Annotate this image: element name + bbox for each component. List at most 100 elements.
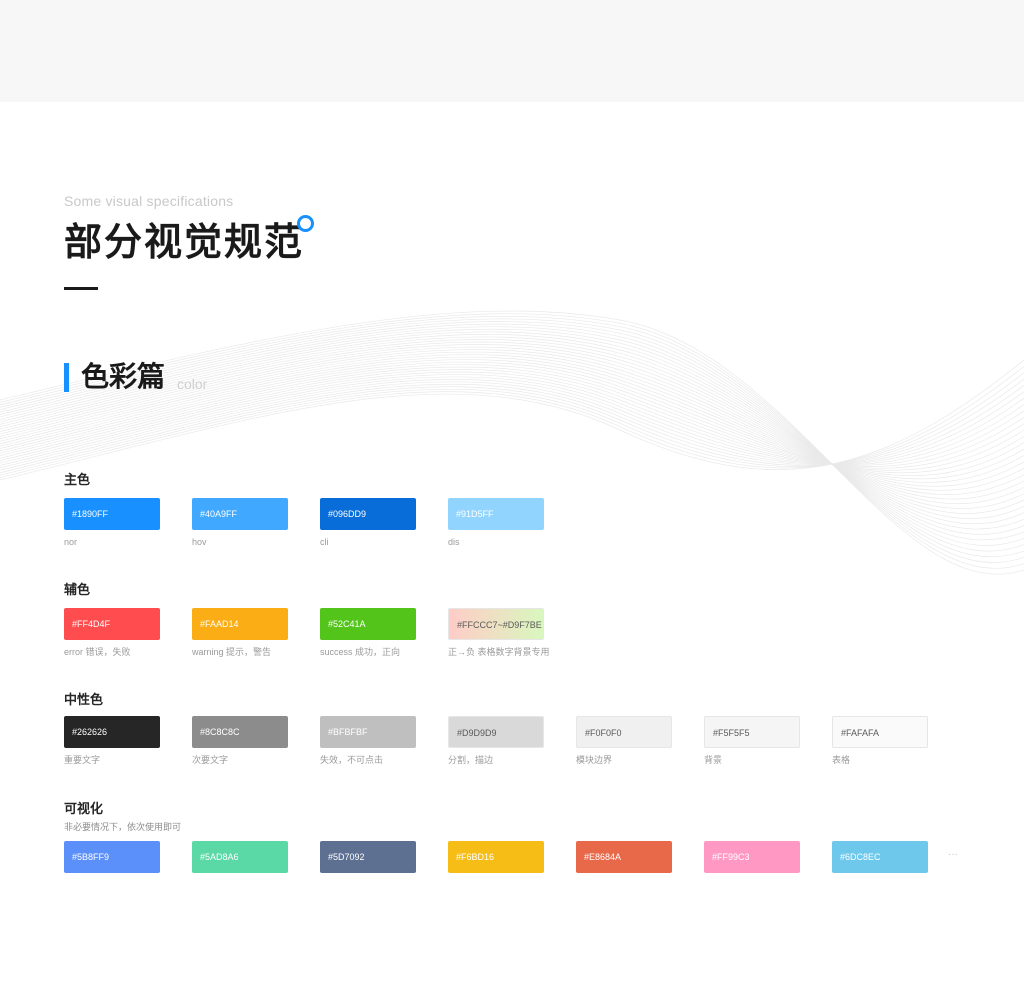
- swatch-8c8c8c: #8C8C8C 次要文字: [192, 716, 288, 766]
- swatch-ff4d4f: #FF4D4F error 错误，失败: [64, 608, 160, 658]
- color-chip: #262626: [64, 716, 160, 748]
- swatch-6dc8ec: #6DC8EC: [832, 841, 928, 873]
- color-caption: 重要文字: [64, 755, 101, 765]
- swatch-5d7092: #5D7092: [320, 841, 416, 873]
- color-code: #F5F5F5: [713, 728, 750, 738]
- swatch-096dd9: #096DD9 cli: [320, 498, 416, 548]
- color-code: #8C8C8C: [200, 727, 240, 737]
- swatch-f5f5f5: #F5F5F5 背景: [704, 716, 800, 766]
- color-code: #6DC8EC: [840, 852, 881, 862]
- color-caption: 分割，描边: [448, 755, 494, 765]
- section-subtitle: color: [177, 376, 208, 392]
- visualization-colors-group: 可视化 非必要情况下，依次使用即可 ··· #5B8FF9 #5AD8A6 #5D7…: [64, 801, 964, 889]
- color-code: #5D7092: [328, 852, 365, 862]
- color-code: #262626: [72, 727, 108, 737]
- color-caption: warning 提示，警告: [192, 647, 272, 657]
- color-code: #E8684A: [584, 852, 622, 862]
- color-code: #91D5FF: [456, 509, 494, 519]
- color-code: #40A9FF: [200, 509, 238, 519]
- swatch-row: ··· #5B8FF9 #5AD8A6 #5D7092 #F6BD16 #E8684A #…: [64, 841, 964, 889]
- color-chip: #5B8FF9: [64, 841, 160, 873]
- color-code: #FAAD14: [200, 619, 239, 629]
- color-chip: #D9D9D9: [448, 716, 544, 748]
- page-eyebrow: Some visual specifications: [64, 193, 234, 209]
- color-code: #F6BD16: [456, 852, 495, 862]
- swatch-262626: #262626 重要文字: [64, 716, 160, 766]
- swatch-f6bd16: #F6BD16: [448, 841, 544, 873]
- color-code: #52C41A: [328, 619, 366, 629]
- swatch-40a9ff: #40A9FF hov: [192, 498, 288, 548]
- color-chip: #6DC8EC: [832, 841, 928, 873]
- color-chip: #91D5FF: [448, 498, 544, 530]
- swatch-fafafa: #FAFAFA 表格: [832, 716, 928, 766]
- group-title: 中性色: [64, 692, 104, 707]
- color-chip: #FF99C3: [704, 841, 800, 873]
- color-chip: #FAFAFA: [832, 716, 928, 748]
- swatch-5ad8a6: #5AD8A6: [192, 841, 288, 873]
- color-chip: #FFCCC7~#D9F7BE: [448, 608, 544, 640]
- color-caption: nor: [64, 537, 78, 547]
- color-chip: #5AD8A6: [192, 841, 288, 873]
- color-code: #096DD9: [328, 509, 367, 519]
- swatch-faad14: #FAAD14 warning 提示，警告: [192, 608, 288, 658]
- section-accent-bar: [64, 363, 69, 392]
- color-caption: error 错误，失败: [64, 647, 131, 657]
- background-wave-lines: [0, 310, 1024, 575]
- auxiliary-colors-group: 辅色 #FF4D4F error 错误，失败 #FAAD14 warning 提示，警…: [64, 582, 964, 658]
- color-chip: #52C41A: [320, 608, 416, 640]
- color-code: #1890FF: [72, 509, 109, 519]
- neutral-colors-group: 中性色 #262626 重要文字 #8C8C8C 次要文字 #BFBFBF 失效，不可点击…: [64, 692, 964, 766]
- color-code: #FF99C3: [712, 852, 750, 862]
- color-chip: #E8684A: [576, 841, 672, 873]
- color-chip: #FAAD14: [192, 608, 288, 640]
- color-chip: #F0F0F0: [576, 716, 672, 748]
- color-caption: 表格: [832, 755, 851, 765]
- group-note: 非必要情况下，依次使用即可: [64, 822, 182, 832]
- color-chip: #F5F5F5: [704, 716, 800, 748]
- swatch-5b8ff9: #5B8FF9: [64, 841, 160, 873]
- group-title: 可视化: [64, 801, 104, 816]
- color-code: #BFBFBF: [328, 727, 368, 737]
- color-code: #5AD8A6: [200, 852, 239, 862]
- top-band: [0, 0, 1024, 102]
- color-code: #F0F0F0: [585, 728, 622, 738]
- color-code: #FAFAFA: [841, 728, 880, 738]
- swatch-52c41a: #52C41A success 成功，正向: [320, 608, 416, 658]
- group-title: 辅色: [64, 582, 91, 597]
- color-caption: hov: [192, 537, 207, 547]
- color-caption: 次要文字: [192, 755, 229, 765]
- swatch-d9d9d9: #D9D9D9 分割，描边: [448, 716, 544, 766]
- swatch-row: #1890FF nor #40A9FF hov #096DD9 cli #91D5FF dis: [64, 498, 964, 548]
- color-chip: #BFBFBF: [320, 716, 416, 748]
- title-underline: [64, 287, 98, 290]
- color-caption: 模块边界: [576, 755, 613, 765]
- color-chip: #FF4D4F: [64, 608, 160, 640]
- swatch-91d5ff: #91D5FF dis: [448, 498, 544, 548]
- color-chip: #8C8C8C: [192, 716, 288, 748]
- swatch-bfbfbf: #BFBFBF 失效，不可点击: [320, 716, 416, 766]
- color-caption: dis: [448, 537, 460, 547]
- more-ellipsis: ···: [948, 849, 958, 860]
- color-code: #D9D9D9: [457, 728, 497, 738]
- color-chip: #096DD9: [320, 498, 416, 530]
- swatch-ffccc7-d9f7be: #FFCCC7~#D9F7BE 正→负 表格数字背景专用: [448, 608, 550, 658]
- swatch-1890ff: #1890FF nor: [64, 498, 160, 548]
- swatch-row: #262626 重要文字 #8C8C8C 次要文字 #BFBFBF 失效，不可点击 #D9D…: [64, 716, 964, 766]
- swatch-row: #FF4D4F error 错误，失败 #FAAD14 warning 提示，警告 #5…: [64, 608, 964, 658]
- color-code: #5B8FF9: [72, 852, 110, 862]
- color-chip: #5D7092: [320, 841, 416, 873]
- color-caption: 背景: [704, 755, 723, 765]
- swatch-f0f0f0: #F0F0F0 模块边界: [576, 716, 672, 766]
- title-dot-ring: [297, 215, 314, 232]
- color-chip: #F6BD16: [448, 841, 544, 873]
- swatch-e8684a: #E8684A: [576, 841, 672, 873]
- color-code: #FF4D4F: [72, 619, 111, 629]
- color-caption: cli: [320, 537, 329, 547]
- color-code: #FFCCC7~#D9F7BE: [457, 620, 542, 630]
- primary-colors-group: 主色 #1890FF nor #40A9FF hov #096DD9 cli #91D5FF…: [64, 472, 964, 548]
- section-title: 色彩篇: [81, 361, 166, 392]
- page-title: 部分视觉规范: [64, 222, 305, 264]
- color-chip: #40A9FF: [192, 498, 288, 530]
- color-caption: 正→负 表格数字背景专用: [448, 647, 550, 657]
- group-title: 主色: [64, 472, 91, 487]
